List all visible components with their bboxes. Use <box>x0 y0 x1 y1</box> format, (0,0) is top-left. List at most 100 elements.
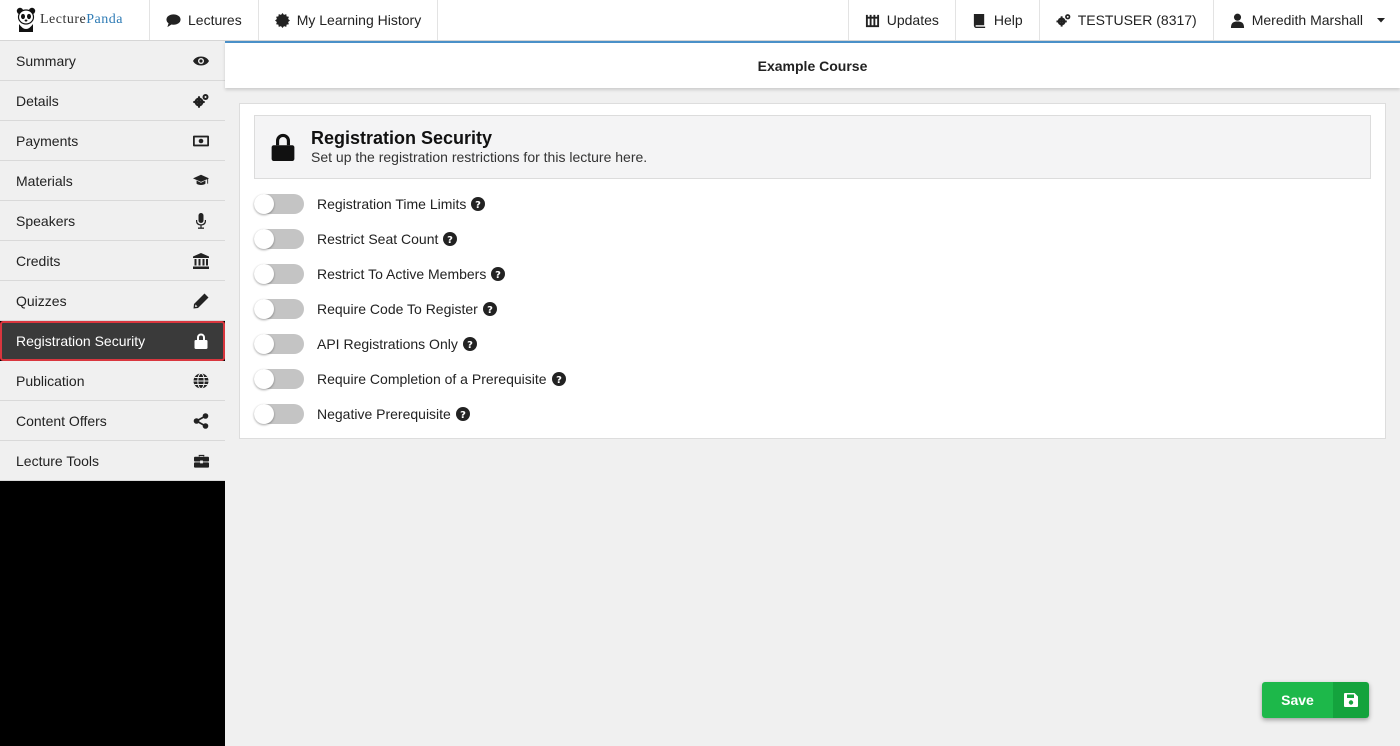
svg-text:?: ? <box>460 410 466 421</box>
panel-title: Registration Security <box>311 128 493 148</box>
lock-icon <box>255 133 311 161</box>
sidebar: Summary Details Payments Materials Speak… <box>0 41 225 746</box>
panel-subtitle: Set up the registration restrictions for… <box>311 149 648 165</box>
option-label: Require Code To Register <box>317 301 478 317</box>
registration-time-limits-toggle[interactable] <box>254 194 304 214</box>
institution-icon <box>193 252 209 269</box>
sidebar-item-label: Registration Security <box>16 333 146 349</box>
lock-icon <box>193 333 209 349</box>
money-icon <box>193 133 209 149</box>
fort-icon <box>865 13 880 28</box>
option-negative-prerequisite: Negative Prerequisite ? <box>254 403 470 425</box>
sidebar-item-summary[interactable]: Summary <box>0 41 225 81</box>
pencil-icon <box>193 293 209 309</box>
nav-history-label: My Learning History <box>296 12 422 28</box>
floppy-disk-icon <box>1333 682 1369 718</box>
svg-text:?: ? <box>487 305 493 316</box>
sidebar-item-quizzes[interactable]: Quizzes <box>0 281 225 321</box>
require-prerequisite-toggle[interactable] <box>254 369 304 389</box>
svg-text:?: ? <box>556 375 562 386</box>
question-circle-icon[interactable]: ? <box>455 407 470 421</box>
sidebar-item-label: Credits <box>16 252 61 269</box>
sidebar-item-payments[interactable]: Payments <box>0 121 225 161</box>
sidebar-item-details[interactable]: Details <box>0 81 225 121</box>
gears-icon <box>193 93 209 109</box>
sidebar-item-credits[interactable]: Credits <box>0 241 225 281</box>
nav-help-label: Help <box>993 12 1023 28</box>
svg-text:?: ? <box>495 270 501 281</box>
sidebar-item-label: Quizzes <box>16 292 67 309</box>
sidebar-item-label: Summary <box>16 52 76 69</box>
top-nav: LecturePanda Lectures My Learning Histor… <box>0 0 1400 41</box>
option-label: Restrict Seat Count <box>317 231 439 247</box>
api-registrations-toggle[interactable] <box>254 334 304 354</box>
sidebar-item-label: Materials <box>16 172 73 189</box>
question-circle-icon[interactable]: ? <box>551 372 566 386</box>
option-api-registrations-only: API Registrations Only ? <box>254 333 477 355</box>
brand-logo[interactable]: LecturePanda <box>0 0 150 40</box>
nav-help[interactable]: Help <box>956 0 1040 40</box>
toggle-knob <box>254 194 274 214</box>
registration-security-panel: Registration Security Set up the registr… <box>239 103 1386 439</box>
caret-down-icon <box>1376 13 1386 28</box>
sidebar-item-label: Publication <box>16 372 85 389</box>
nav-user-label: Meredith Marshall <box>1251 12 1363 28</box>
toggle-knob <box>254 369 274 389</box>
negative-prerequisite-toggle[interactable] <box>254 404 304 424</box>
question-circle-icon[interactable]: ? <box>482 302 497 316</box>
require-code-toggle[interactable] <box>254 299 304 319</box>
briefcase-icon <box>193 453 209 469</box>
restrict-seat-count-toggle[interactable] <box>254 229 304 249</box>
option-label: API Registrations Only <box>317 336 458 352</box>
nav-account[interactable]: TESTUSER (8317) <box>1040 0 1214 40</box>
option-require-code-to-register: Require Code To Register ? <box>254 298 497 320</box>
sidebar-item-materials[interactable]: Materials <box>0 161 225 201</box>
nav-spacer <box>438 0 849 40</box>
nav-learning-history[interactable]: My Learning History <box>259 0 439 40</box>
option-label: Require Completion of a Prerequisite <box>317 371 547 387</box>
toggle-knob <box>254 334 274 354</box>
svg-text:?: ? <box>447 235 453 246</box>
toggle-knob <box>254 229 274 249</box>
toggle-knob <box>254 299 274 319</box>
sidebar-item-content-offers[interactable]: Content Offers <box>0 401 225 441</box>
sidebar-item-label: Lecture Tools <box>16 452 100 469</box>
nav-user-menu[interactable]: Meredith Marshall <box>1214 0 1400 40</box>
user-icon <box>1230 13 1245 28</box>
option-restrict-seat-count: Restrict Seat Count ? <box>254 228 458 250</box>
certificate-icon <box>274 12 290 28</box>
question-circle-icon[interactable]: ? <box>491 267 506 281</box>
page-title: Example Course <box>757 57 868 74</box>
save-button[interactable]: Save <box>1262 682 1369 718</box>
comment-icon <box>166 13 181 28</box>
question-circle-icon[interactable]: ? <box>471 197 486 211</box>
nav-updates-label: Updates <box>886 12 939 28</box>
sidebar-item-speakers[interactable]: Speakers <box>0 201 225 241</box>
sidebar-item-lecture-tools[interactable]: Lecture Tools <box>0 441 225 481</box>
microphone-icon <box>193 212 209 229</box>
sidebar-item-label: Content Offers <box>16 412 107 429</box>
sidebar-item-label: Details <box>16 92 59 109</box>
sidebar-item-publication[interactable]: Publication <box>0 361 225 401</box>
toggle-knob <box>254 264 274 284</box>
sidebar-item-registration-security[interactable]: Registration Security <box>0 321 225 361</box>
course-header: Example Course <box>225 41 1400 88</box>
eye-icon <box>193 53 209 69</box>
question-circle-icon[interactable]: ? <box>462 337 477 351</box>
graduation-cap-icon <box>193 173 209 189</box>
option-restrict-to-active-members: Restrict To Active Members ? <box>254 263 506 285</box>
restrict-active-members-toggle[interactable] <box>254 264 304 284</box>
nav-account-label: TESTUSER (8317) <box>1077 12 1197 28</box>
option-require-prerequisite: Require Completion of a Prerequisite ? <box>254 368 566 390</box>
svg-text:?: ? <box>475 200 481 211</box>
sidebar-item-label: Speakers <box>16 212 76 229</box>
nav-updates[interactable]: Updates <box>849 0 956 40</box>
nav-lectures[interactable]: Lectures <box>150 0 259 40</box>
gears-icon <box>1056 13 1071 28</box>
svg-text:?: ? <box>467 340 473 351</box>
nav-lectures-label: Lectures <box>188 12 242 28</box>
option-label: Restrict To Active Members <box>317 266 487 282</box>
globe-icon <box>193 372 209 389</box>
question-circle-icon[interactable]: ? <box>443 232 458 246</box>
panel-header: Registration Security Set up the registr… <box>254 115 1371 179</box>
